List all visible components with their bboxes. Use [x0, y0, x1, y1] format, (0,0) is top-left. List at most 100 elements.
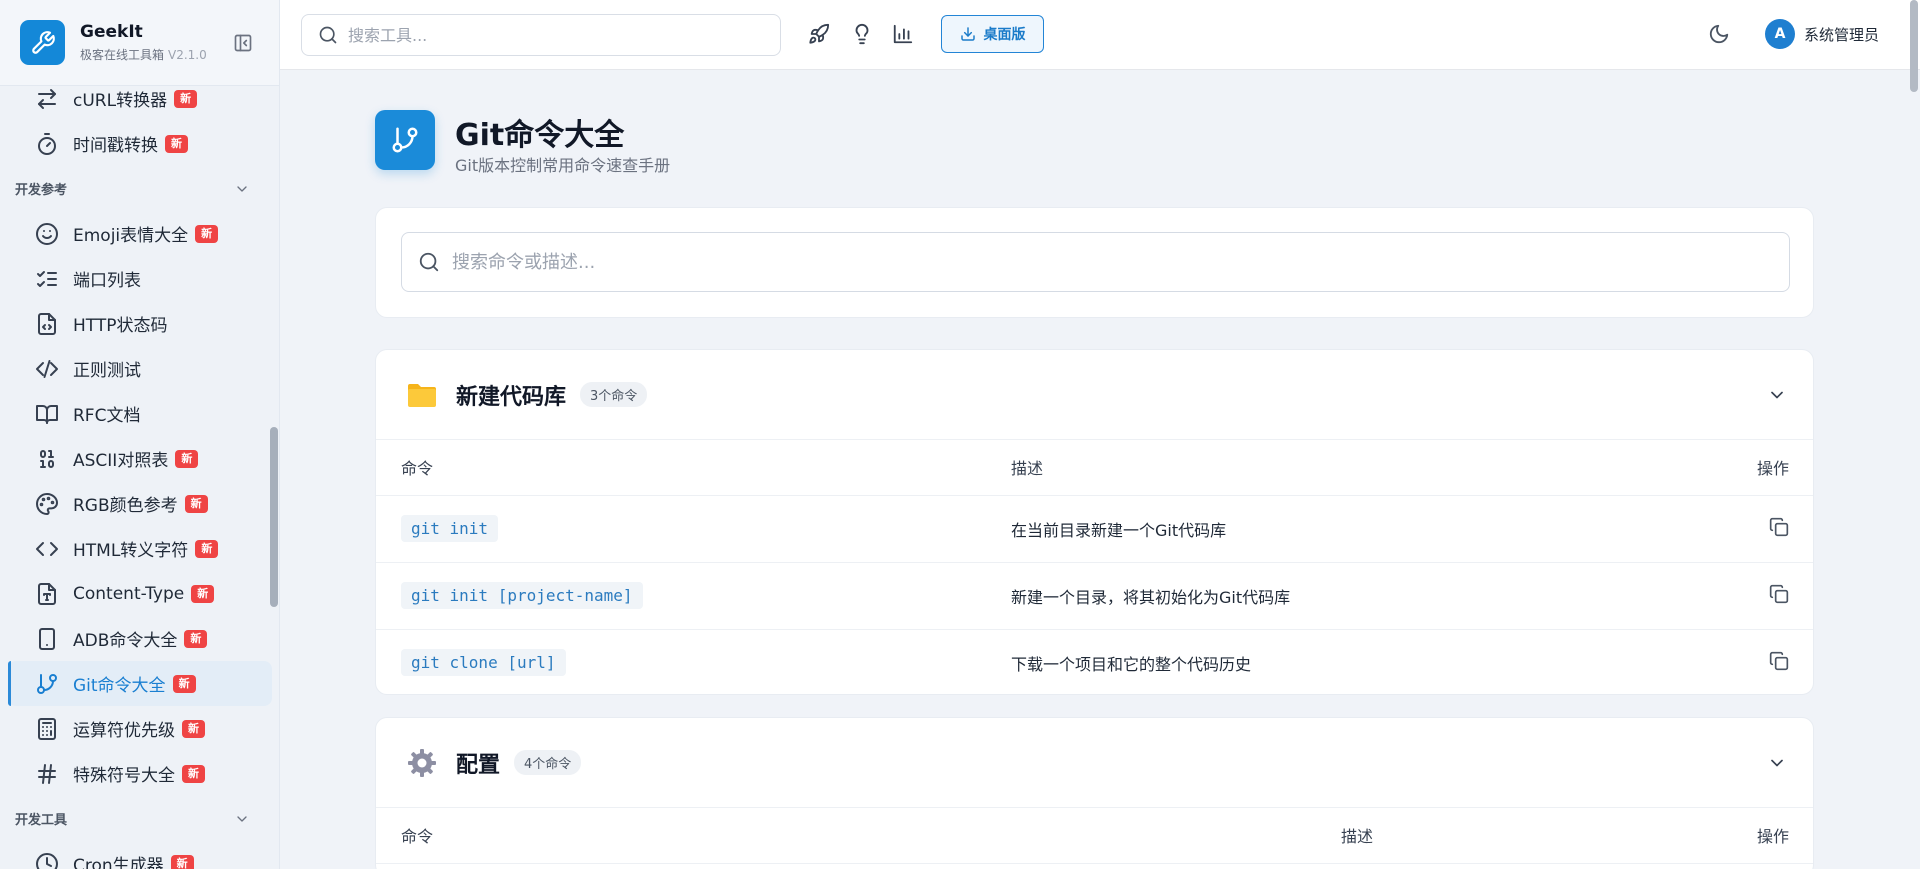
command-description: 下载一个项目和它的整个代码历史 [1011, 654, 1252, 674]
sidebar-scrollbar[interactable] [270, 427, 278, 607]
sidebar-item-label: 特殊符号大全 [73, 766, 175, 786]
clock-icon [35, 852, 59, 869]
copy-icon[interactable] [1769, 584, 1789, 604]
section-label: 开发参考 [15, 183, 68, 198]
rocket-icon[interactable] [808, 23, 832, 47]
table-row: git clone [url] 下载一个项目和它的整个代码历史 [376, 629, 1813, 694]
sidebar-item-ports[interactable]: 端口列表 [8, 256, 272, 301]
git-branch-icon [35, 672, 59, 696]
sidebar-item-label: 时间戳转换 [73, 136, 158, 156]
command-description: 新建一个目录，将其初始化为Git代码库 [1011, 562, 1693, 630]
sidebar-item-label: ADB命令大全 [73, 631, 178, 651]
sidebar-item-label: HTML转义字符 [73, 541, 189, 561]
sidebar-item-ascii[interactable]: ASCII对照表 新 [8, 436, 272, 481]
desktop-version-button[interactable]: 桌面版 [941, 15, 1044, 53]
sidebar-item-cron[interactable]: Cron生成器 新 [8, 841, 272, 869]
new-badge: 新 [172, 674, 196, 693]
sidebar-item-emoji[interactable]: Emoji表情大全 新 [8, 211, 272, 256]
sidebar-item-rgb[interactable]: RGB颜色参考 新 [8, 481, 272, 526]
section-title: 配置 [456, 752, 501, 778]
sidebar-item-http-status[interactable]: HTTP状态码 [8, 301, 272, 346]
arrows-swap-icon [35, 87, 59, 111]
page-title: Git命令大全 [455, 118, 625, 153]
table-row: git init 在当前目录新建一个Git代码库 [376, 495, 1813, 563]
sidebar-collapse-icon[interactable] [233, 33, 253, 53]
section-card-config: 配置 4个命令 命令 描述 操作 [375, 717, 1814, 869]
tool-search-input[interactable] [348, 25, 748, 45]
sidebar-item-git[interactable]: Git命令大全 新 [8, 661, 272, 706]
new-badge: 新 [165, 134, 188, 153]
command-table: 命令 描述 操作 git init 在当前目录新建一个Git代码库 git in… [376, 440, 1813, 694]
sidebar-item-label: HTTP状态码 [73, 316, 168, 336]
gear-icon [408, 748, 436, 777]
file-type-icon [35, 582, 59, 606]
sidebar-item-operator-precedence[interactable]: 运算符优先级 新 [8, 706, 272, 751]
column-header-action: 操作 [1693, 440, 1813, 496]
sidebar-nav: cURL转换器 新 时间戳转换 新 开发参考 Emoji表情大全 新 端口列表 … [0, 76, 279, 869]
section-dev-tools[interactable]: 开发工具 [0, 796, 279, 841]
command-search-input[interactable] [452, 251, 1752, 273]
search-icon [318, 25, 338, 45]
desktop-version-label: 桌面版 [983, 27, 1026, 43]
command-search-card [375, 207, 1814, 318]
wrench-logo-icon[interactable] [20, 20, 65, 65]
avatar[interactable]: A [1765, 19, 1795, 49]
binary-icon [35, 447, 59, 471]
new-badge: 新 [195, 224, 219, 243]
sidebar-item-label: Cron生成器 [73, 856, 164, 869]
sidebar-item-label: Emoji表情大全 [73, 226, 189, 246]
new-badge: 新 [182, 719, 205, 738]
moon-icon[interactable] [1708, 23, 1730, 45]
bar-chart-icon[interactable] [892, 23, 916, 47]
lightbulb-icon[interactable] [851, 23, 875, 47]
sidebar-item-content-type[interactable]: Content-Type 新 [8, 571, 272, 616]
section-label: 开发工具 [15, 813, 68, 828]
folder-icon [408, 383, 436, 407]
brand-version: V2.1.0 [168, 48, 207, 62]
section-title: 新建代码库 [456, 384, 567, 410]
palette-icon [35, 492, 59, 516]
column-header-command: 命令 [376, 440, 1011, 496]
sidebar-item-timestamp[interactable]: 时间戳转换 新 [8, 121, 272, 166]
sidebar-item-adb[interactable]: ADB命令大全 新 [8, 616, 272, 661]
new-badge: 新 [191, 584, 215, 603]
copy-icon[interactable] [1769, 651, 1789, 671]
sidebar-item-label: Content-Type [73, 583, 185, 604]
section-header[interactable]: 配置 4个命令 [376, 718, 1813, 808]
column-header-action: 操作 [1693, 808, 1813, 864]
smile-icon [35, 222, 59, 246]
sidebar-item-html-escape[interactable]: HTML转义字符 新 [8, 526, 272, 571]
sidebar-item-label: ASCII对照表 [73, 451, 169, 471]
new-badge: 新 [175, 449, 199, 468]
sidebar-item-special-symbols[interactable]: 特殊符号大全 新 [8, 751, 272, 796]
sidebar-item-label: 运算符优先级 [73, 721, 175, 741]
column-header-description: 描述 [1011, 440, 1693, 496]
command-code: git init [401, 515, 499, 542]
tool-search[interactable] [301, 14, 781, 56]
command-code: git init [project-name] [401, 582, 643, 609]
command-count-badge: 4个命令 [514, 750, 582, 775]
new-badge: 新 [184, 494, 208, 513]
sidebar-item-label: 端口列表 [73, 271, 141, 291]
chevron-down-icon[interactable] [1767, 753, 1787, 773]
command-search[interactable] [401, 232, 1790, 292]
section-card-new-repo: 新建代码库 3个命令 命令 描述 操作 git init 在当前目录新建一个Gi… [375, 349, 1814, 695]
new-badge: 新 [182, 764, 205, 783]
copy-icon[interactable] [1769, 517, 1789, 537]
section-header[interactable]: 新建代码库 3个命令 [376, 350, 1813, 440]
code-brackets-icon [35, 537, 59, 561]
section-dev-reference[interactable]: 开发参考 [0, 166, 279, 211]
code-slash-icon [35, 357, 59, 381]
chevron-down-icon[interactable] [1767, 385, 1787, 405]
sidebar-item-rfc[interactable]: RFC文档 [8, 391, 272, 436]
column-header-description: 描述 [1341, 808, 1693, 864]
sidebar-item-regex[interactable]: 正则测试 [8, 346, 272, 391]
list-checks-icon [35, 267, 59, 291]
search-icon [418, 251, 440, 273]
table-row: git init [project-name] 新建一个目录，将其初始化为Git… [376, 562, 1813, 630]
main-scrollbar[interactable] [1910, 0, 1918, 92]
command-description: 在当前目录新建一个Git代码库 [1011, 495, 1693, 563]
sidebar-item-label: 正则测试 [73, 361, 141, 381]
user-name[interactable]: 系统管理员 [1804, 24, 1879, 45]
brand-name: GeekIt [80, 22, 143, 42]
